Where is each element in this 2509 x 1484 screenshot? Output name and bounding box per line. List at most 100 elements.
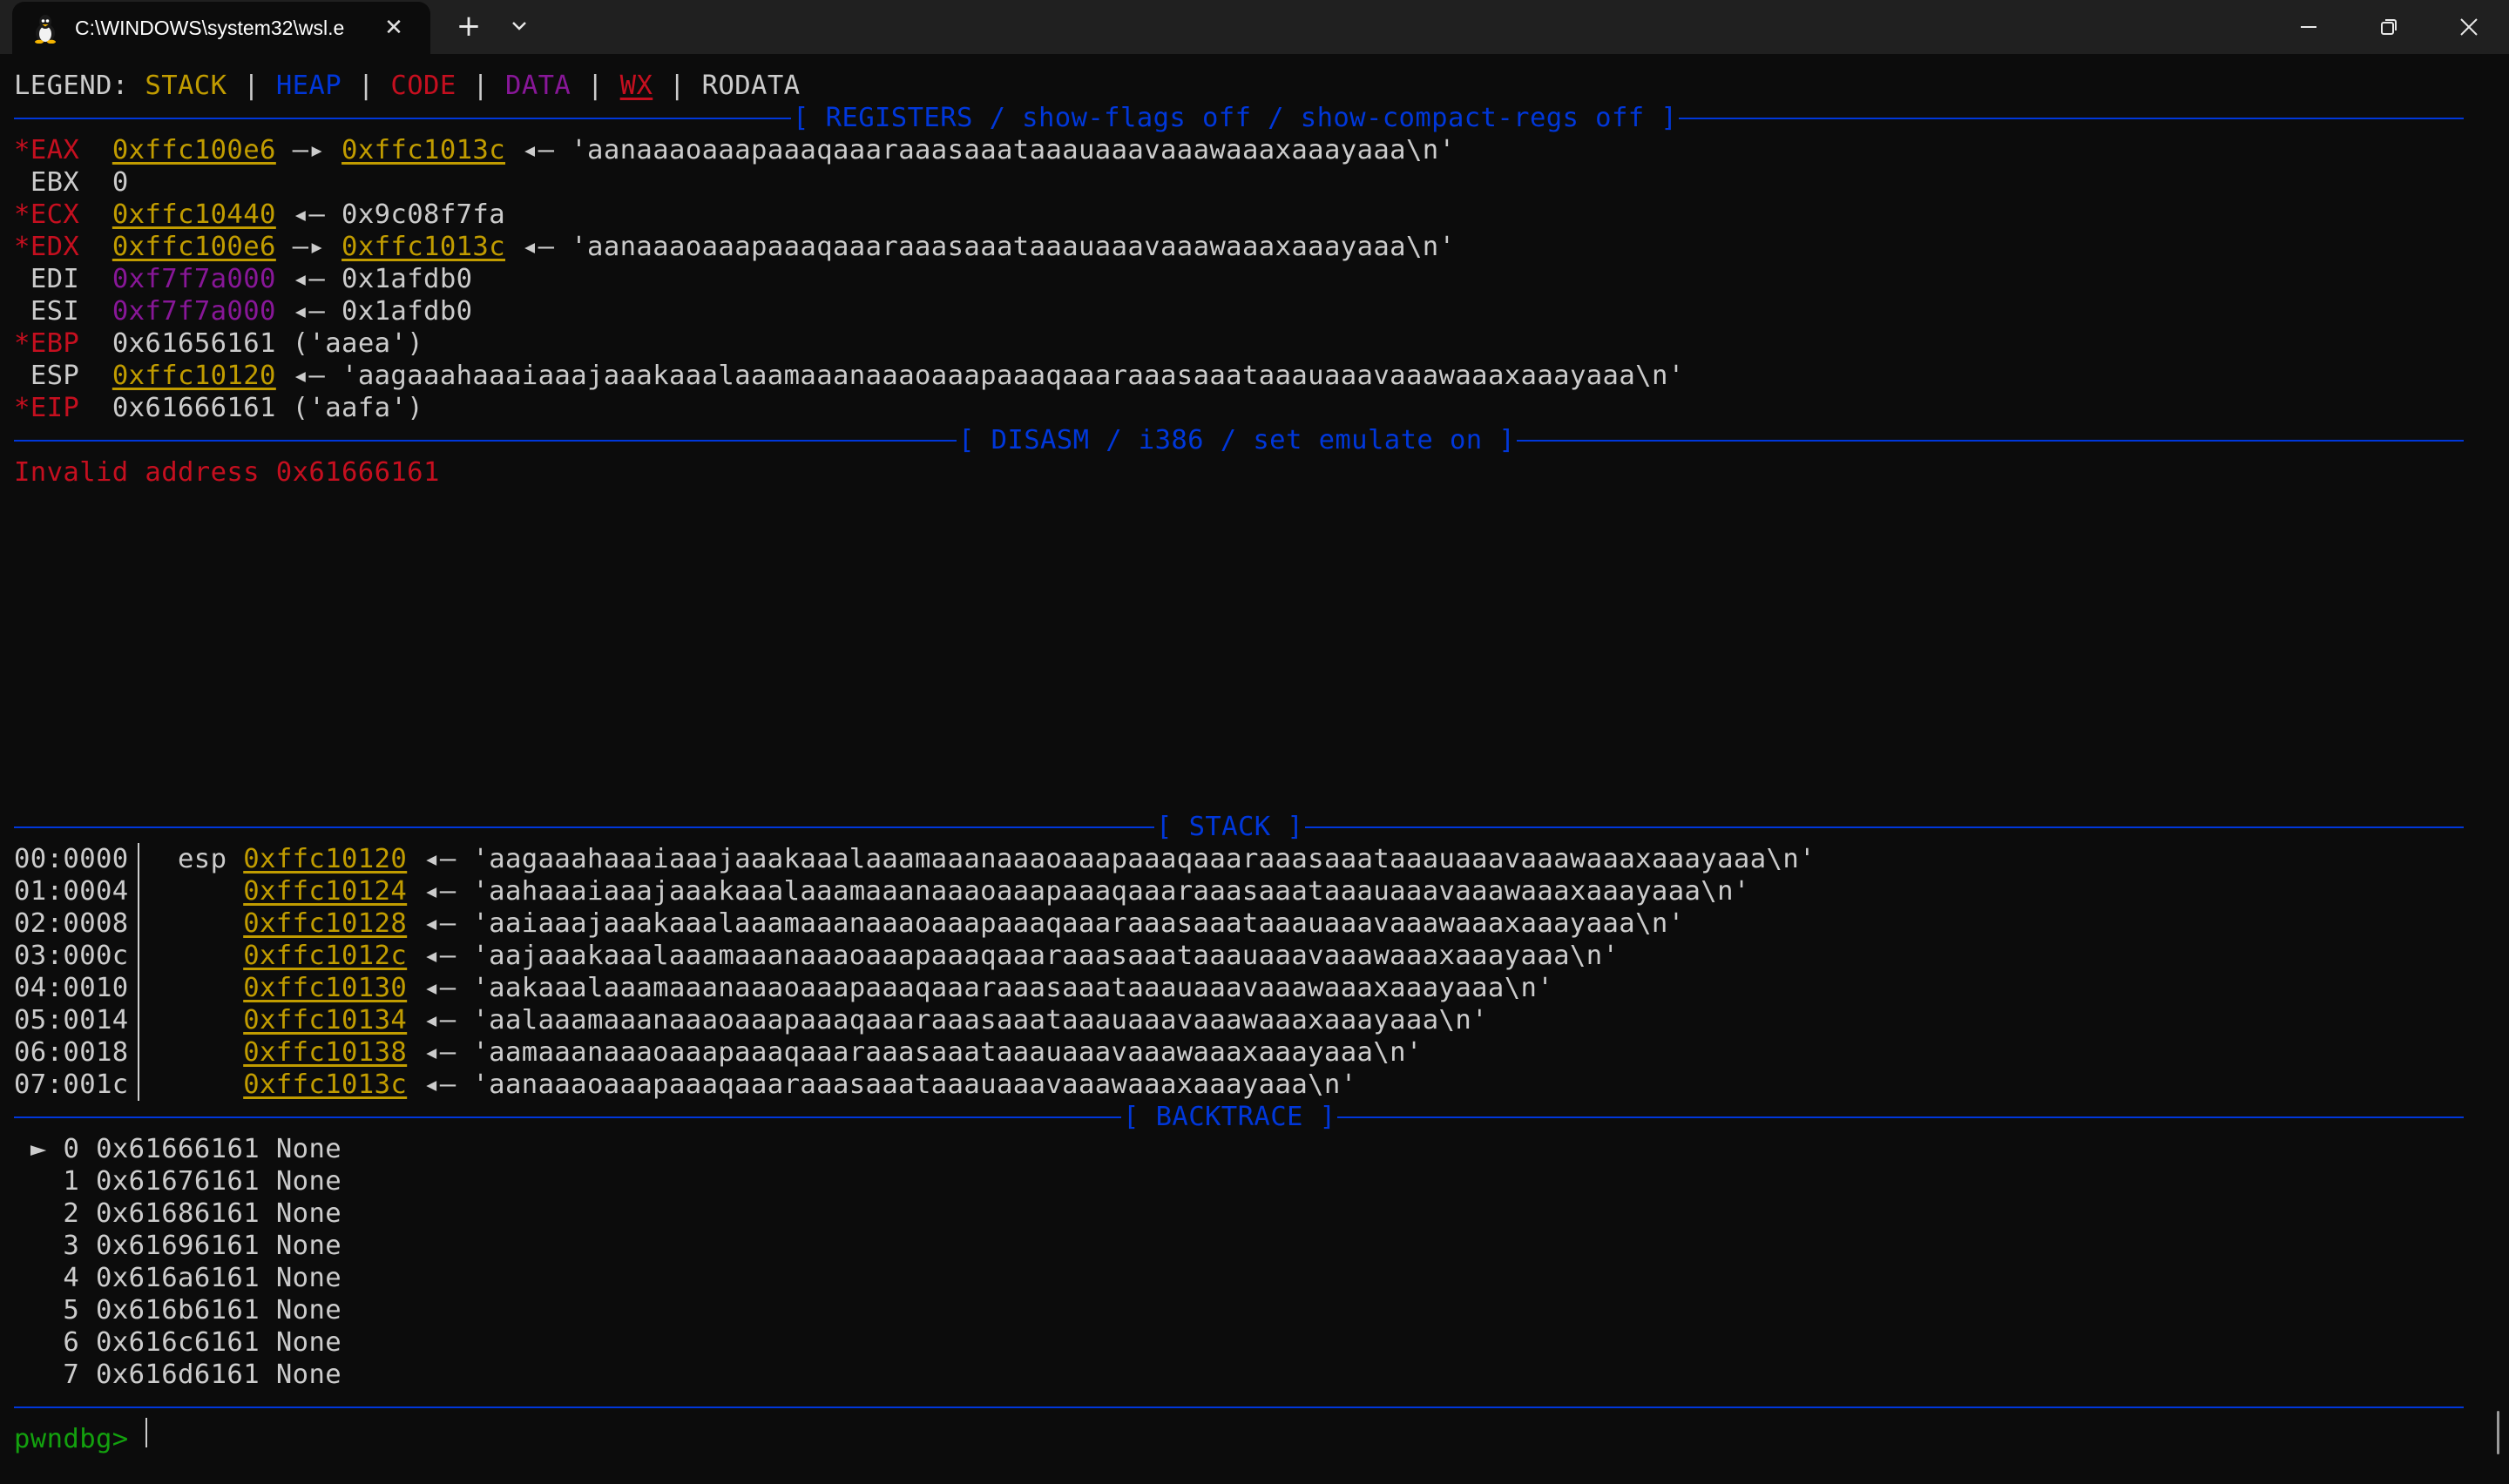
prompt: pwndbg> bbox=[14, 1424, 145, 1454]
frame-symbol: None bbox=[275, 1295, 342, 1325]
frame-symbol: None bbox=[275, 1327, 342, 1358]
register-address[interactable]: 0xffc100e6 bbox=[112, 135, 276, 165]
stack-value: ◂— 'aanaaaoaaapaaaqaaaraaasaaataaauaaava… bbox=[407, 1069, 1357, 1100]
stack-offset: 03:000c bbox=[14, 941, 129, 971]
register-value: ◂— 0x1afdb0 bbox=[275, 264, 473, 294]
current-frame-arrow-icon: ► bbox=[30, 1134, 47, 1164]
stack-header: [ STACK ] bbox=[14, 811, 2464, 843]
stack-row: 06:0018 0xffc10138 ◂— 'aamaaanaaaoaaapaa… bbox=[14, 1036, 1423, 1069]
legend-wx: WX bbox=[619, 71, 653, 101]
register-row-edx: *EDX 0xffc100e6 —▸ 0xffc1013c ◂— 'aanaaa… bbox=[14, 231, 1455, 263]
stack-address[interactable]: 0xffc10138 bbox=[243, 1037, 407, 1068]
disasm-title: [ DISASM / i386 / set emulate on ] bbox=[957, 424, 1518, 456]
frame-index: 7 bbox=[63, 1359, 80, 1390]
stack-offset: 06:0018 bbox=[14, 1037, 129, 1068]
register-row-ebp: *EBP 0x61656161 ('aaea') bbox=[14, 327, 423, 360]
bottom-separator bbox=[14, 1391, 2464, 1423]
stack-value: ◂— 'aagaaahaaaiaaajaaakaaalaaamaaanaaaoa… bbox=[407, 844, 1816, 874]
backtrace-row: 7 0x616d6161 None bbox=[14, 1359, 342, 1391]
close-window-icon[interactable] bbox=[2429, 0, 2509, 54]
frame-symbol: None bbox=[275, 1198, 342, 1229]
frame-index: 1 bbox=[63, 1166, 80, 1197]
register-value: 0 bbox=[112, 167, 129, 198]
register-modified-mark: * bbox=[14, 232, 30, 262]
stack-address[interactable]: 0xffc10120 bbox=[243, 844, 407, 874]
restore-icon[interactable] bbox=[2349, 0, 2429, 54]
stack-address[interactable]: 0xffc10130 bbox=[243, 973, 407, 1003]
register-address[interactable]: 0xffc10440 bbox=[112, 199, 276, 230]
register-name: EDI bbox=[30, 264, 80, 294]
frame-address: 0x61696161 bbox=[96, 1231, 260, 1261]
stack-address[interactable]: 0xffc10124 bbox=[243, 876, 407, 907]
stack-offset: 05:0014 bbox=[14, 1005, 129, 1035]
register-row-esp: ESP 0xffc10120 ◂— 'aagaaahaaaiaaajaaakaa… bbox=[14, 360, 1685, 392]
legend-pipe: | bbox=[456, 71, 506, 101]
stack-value: ◂— 'aamaaanaaaoaaapaaaqaaaraaasaaataaaua… bbox=[407, 1037, 1423, 1068]
text-cursor[interactable] bbox=[145, 1418, 147, 1447]
frame-index: 5 bbox=[63, 1295, 80, 1325]
legend-pipe: | bbox=[653, 71, 702, 101]
stack-address[interactable]: 0xffc10134 bbox=[243, 1005, 407, 1035]
register-value: ◂— 'aanaaaoaaapaaaqaaaraaasaaataaauaaava… bbox=[505, 232, 1456, 262]
frame-address: 0x616d6161 bbox=[96, 1359, 260, 1390]
legend-heap: HEAP bbox=[275, 71, 342, 101]
legend-data: DATA bbox=[505, 71, 571, 101]
minimize-icon[interactable] bbox=[2269, 0, 2349, 54]
frame-index: 2 bbox=[63, 1198, 80, 1229]
backtrace-row: ► 0 0x61666161 None bbox=[14, 1133, 342, 1165]
frame-address: 0x61686161 bbox=[96, 1198, 260, 1229]
register-name: ESP bbox=[30, 361, 80, 391]
register-value: ◂— 'aagaaahaaaiaaajaaakaaalaaamaaanaaaoa… bbox=[275, 361, 1685, 391]
backtrace-row: 4 0x616a6161 None bbox=[14, 1262, 342, 1294]
register-name: ESI bbox=[30, 296, 80, 327]
register-name: ECX bbox=[30, 199, 80, 230]
stack-address[interactable]: 0xffc10128 bbox=[243, 908, 407, 939]
register-address[interactable]: 0xffc1013c bbox=[342, 135, 505, 165]
frame-symbol: None bbox=[275, 1263, 342, 1293]
legend-pipe: | bbox=[571, 71, 620, 101]
stack-value: ◂— 'aajaaakaaalaaamaaanaaaoaaapaaaqaaara… bbox=[407, 941, 1620, 971]
stack-address[interactable]: 0xffc1012c bbox=[243, 941, 407, 971]
register-modified-mark: * bbox=[14, 328, 30, 359]
register-name: EDX bbox=[30, 232, 80, 262]
tab-dropdown-chevron-icon[interactable] bbox=[502, 10, 537, 42]
legend-label: LEGEND: bbox=[14, 71, 145, 101]
stack-value: ◂— 'aaiaaajaaakaaalaaamaaanaaaoaaapaaaqa… bbox=[407, 908, 1685, 939]
stack-offset: 00:0000 bbox=[14, 844, 129, 874]
register-name: EAX bbox=[30, 135, 80, 165]
register-row-esi: ESI 0xf7f7a000 ◂— 0x1afdb0 bbox=[14, 295, 472, 327]
register-address[interactable]: 0xffc1013c bbox=[342, 232, 505, 262]
register-row-eax: *EAX 0xffc100e6 —▸ 0xffc1013c ◂— 'aanaaa… bbox=[14, 134, 1455, 166]
backtrace-row: 3 0x61696161 None bbox=[14, 1230, 342, 1262]
stack-row: 00:0000 esp 0xffc10120 ◂— 'aagaaahaaaiaa… bbox=[14, 843, 1816, 875]
register-address[interactable]: 0xf7f7a000 bbox=[112, 296, 276, 327]
register-row-ebx: EBX 0 bbox=[14, 166, 129, 199]
stack-row: 04:0010 0xffc10130 ◂— 'aakaaalaaamaaanaa… bbox=[14, 972, 1553, 1004]
tab-close-icon[interactable]: ✕ bbox=[378, 12, 409, 44]
register-row-edi: EDI 0xf7f7a000 ◂— 0x1afdb0 bbox=[14, 263, 472, 295]
scrollbar[interactable] bbox=[2497, 1411, 2499, 1454]
register-modified-mark bbox=[14, 296, 30, 327]
stack-value: ◂— 'aalaaamaaanaaaoaaapaaaqaaaraaasaaata… bbox=[407, 1005, 1488, 1035]
linux-penguin-icon bbox=[31, 14, 59, 44]
register-name: EIP bbox=[30, 393, 80, 423]
stack-address[interactable]: 0xffc1013c bbox=[243, 1069, 407, 1100]
new-tab-button[interactable]: + bbox=[450, 9, 488, 44]
stack-offset: 02:0008 bbox=[14, 908, 129, 939]
backtrace-row: 2 0x61686161 None bbox=[14, 1197, 342, 1230]
register-address[interactable]: 0xf7f7a000 bbox=[112, 264, 276, 294]
terminal-output[interactable]: LEGEND: STACK | HEAP | CODE | DATA | WX … bbox=[0, 54, 2509, 1484]
legend-pipe: | bbox=[342, 71, 391, 101]
backtrace-row: 1 0x61676161 None bbox=[14, 1165, 342, 1197]
frame-address: 0x616c6161 bbox=[96, 1327, 260, 1358]
frame-symbol: None bbox=[275, 1134, 342, 1164]
register-address[interactable]: 0xffc10120 bbox=[112, 361, 276, 391]
stack-row: 07:001c 0xffc1013c ◂— 'aanaaaoaaapaaaqaa… bbox=[14, 1069, 1357, 1101]
disasm-header: [ DISASM / i386 / set emulate on ] bbox=[14, 424, 2464, 456]
frame-index: 6 bbox=[63, 1327, 80, 1358]
register-name: EBX bbox=[30, 167, 80, 198]
register-name: EBP bbox=[30, 328, 80, 359]
terminal-tab[interactable]: C:\WINDOWS\system32\wsl.e ✕ bbox=[12, 2, 430, 54]
register-row-eip: *EIP 0x61666161 ('aafa') bbox=[14, 392, 423, 424]
register-address[interactable]: 0xffc100e6 bbox=[112, 232, 276, 262]
